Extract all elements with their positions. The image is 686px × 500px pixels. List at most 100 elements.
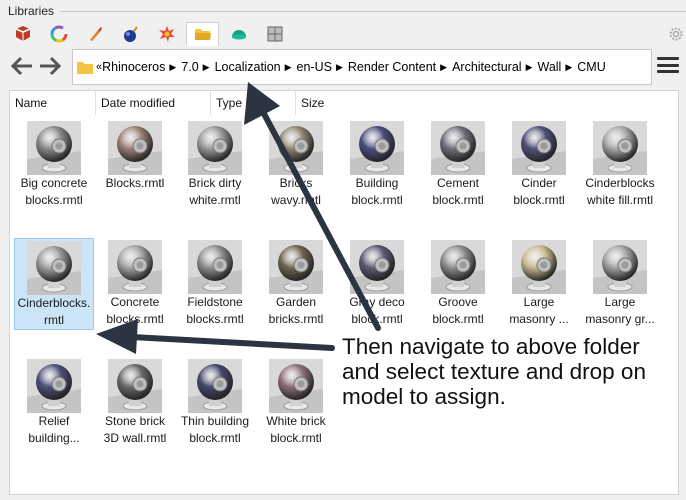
panel-title: Libraries bbox=[8, 4, 55, 18]
material-item[interactable]: Brick dirty white.rmtl bbox=[175, 119, 255, 211]
breadcrumb-segment[interactable]: Wall ▶ bbox=[537, 60, 577, 74]
textures-tab[interactable] bbox=[78, 22, 111, 46]
breadcrumb-segment[interactable]: Localization ▶ bbox=[215, 60, 297, 74]
material-item[interactable]: Garden bricks.rmtl bbox=[256, 238, 336, 330]
material-item[interactable]: Fieldstone blocks.rmtl bbox=[175, 238, 255, 330]
column-header-type[interactable]: Type bbox=[211, 91, 296, 115]
material-name-line1: Groove bbox=[438, 295, 478, 309]
material-name-line2: blocks.rmtl bbox=[106, 312, 164, 326]
materials-tab[interactable] bbox=[6, 22, 39, 46]
column-headers: Name Date modified Type Size bbox=[10, 91, 678, 115]
material-name-line2: white.rmtl bbox=[189, 193, 241, 207]
material-item[interactable]: Building block.rmtl bbox=[337, 119, 417, 211]
material-item[interactable]: Large masonry ... bbox=[499, 238, 579, 330]
material-sphere-icon bbox=[512, 240, 566, 294]
bomb-icon bbox=[123, 26, 138, 42]
material-item[interactable]: Cement block.rmtl bbox=[418, 119, 498, 211]
material-item[interactable]: Concrete blocks.rmtl bbox=[95, 238, 175, 330]
material-item[interactable]: Bricks wavy.rmtl bbox=[256, 119, 336, 211]
material-item[interactable]: Blocks.rmtl bbox=[95, 119, 175, 211]
breadcrumb-separator-icon[interactable]: ▶ bbox=[336, 62, 343, 73]
folder-icon bbox=[77, 61, 93, 74]
material-name-line1: Fieldstone bbox=[187, 295, 243, 309]
material-item[interactable]: Stone brick 3D wall.rmtl bbox=[95, 357, 175, 449]
material-name-line2: white fill.rmtl bbox=[586, 193, 653, 207]
material-thumbnail bbox=[512, 240, 566, 294]
material-item[interactable]: Gray deco block.rmtl bbox=[337, 238, 417, 330]
material-thumbnail bbox=[108, 359, 162, 413]
material-thumbnail bbox=[431, 240, 485, 294]
breadcrumb-segment-label: Architectural bbox=[452, 60, 522, 74]
material-name-line2: blocks.rmtl bbox=[186, 312, 244, 326]
material-item[interactable]: Groove block.rmtl bbox=[418, 238, 498, 330]
material-item[interactable]: Thin building block.rmtl bbox=[175, 357, 255, 449]
paint-tube-icon bbox=[89, 27, 102, 41]
breadcrumb-overflow-chevron[interactable]: « bbox=[96, 61, 102, 73]
back-arrow-icon[interactable] bbox=[10, 55, 34, 77]
material-name-line1: Big concrete bbox=[20, 176, 88, 190]
breadcrumb-segment[interactable]: CMU bbox=[577, 60, 609, 74]
breadcrumb-separator-icon[interactable]: ▶ bbox=[169, 62, 176, 73]
breadcrumb-segment[interactable]: Architectural ▶ bbox=[452, 60, 537, 74]
material-item[interactable]: Cinder block.rmtl bbox=[499, 119, 579, 211]
material-name-line1: Cinderblocks. bbox=[17, 296, 91, 310]
material-item[interactable]: Large masonry gr... bbox=[580, 238, 660, 330]
material-item[interactable]: Cinderblocks. rmtl bbox=[14, 238, 94, 330]
layout-tab[interactable] bbox=[258, 22, 291, 46]
material-name-line1: Building bbox=[355, 176, 399, 190]
material-name-line1: Large bbox=[523, 295, 555, 309]
material-name-line2: block.rmtl bbox=[432, 312, 484, 326]
instruction-annotation: Then navigate to above folder and select… bbox=[342, 334, 646, 409]
breadcrumb-segment-label: Wall bbox=[537, 60, 562, 74]
material-item[interactable]: Cinderblocks white fill.rmtl bbox=[580, 119, 660, 211]
material-name-line1: Cinder bbox=[521, 176, 557, 190]
material-item[interactable]: Relief building... bbox=[14, 357, 94, 449]
material-sphere-icon bbox=[512, 121, 566, 175]
column-header-size[interactable]: Size bbox=[296, 91, 356, 115]
material-sphere-icon bbox=[593, 121, 647, 175]
material-thumbnail bbox=[350, 240, 404, 294]
breadcrumb-separator-icon[interactable]: ▶ bbox=[526, 62, 533, 73]
sun-tab[interactable] bbox=[150, 22, 183, 46]
menu-bar bbox=[657, 57, 679, 60]
material-sphere-icon bbox=[188, 121, 242, 175]
renderer-tab[interactable] bbox=[222, 22, 255, 46]
material-thumbnail bbox=[593, 121, 647, 175]
material-name-line2: building... bbox=[28, 431, 80, 445]
material-thumbnail bbox=[269, 240, 323, 294]
material-sphere-icon bbox=[108, 121, 162, 175]
column-header-name[interactable]: Name bbox=[10, 91, 96, 115]
material-item[interactable]: White brick block.rmtl bbox=[256, 357, 336, 449]
effects-tab[interactable] bbox=[114, 22, 147, 46]
material-thumbnail bbox=[108, 121, 162, 175]
column-header-date-modified[interactable]: Date modified bbox=[96, 91, 211, 115]
material-sphere-icon bbox=[188, 240, 242, 294]
breadcrumb-segment[interactable]: Render Content ▶ bbox=[348, 60, 452, 74]
libraries-tab[interactable] bbox=[186, 22, 219, 46]
breadcrumb-segment[interactable]: en-US ▶ bbox=[297, 60, 348, 74]
material-name-line1: Concrete bbox=[110, 295, 160, 309]
breadcrumb-segment-label: Render Content bbox=[347, 60, 437, 74]
title-divider bbox=[60, 11, 686, 12]
settings-gear-icon[interactable] bbox=[668, 26, 684, 42]
breadcrumb-separator-icon[interactable]: ▶ bbox=[565, 62, 572, 73]
material-name-line2: rmtl bbox=[44, 313, 64, 327]
library-tabbar bbox=[6, 22, 291, 48]
material-name-line2: blocks.rmtl bbox=[25, 193, 83, 207]
menu-button[interactable] bbox=[657, 54, 679, 76]
material-thumbnail bbox=[188, 359, 242, 413]
forward-arrow-icon[interactable] bbox=[38, 55, 62, 77]
material-name-line1: Blocks.rmtl bbox=[105, 176, 165, 190]
breadcrumb[interactable]: « Rhinoceros ▶ 7.0 ▶ Localization ▶ en-US ▶ Rend… bbox=[72, 49, 652, 85]
breadcrumb-separator-icon[interactable]: ▶ bbox=[440, 62, 447, 73]
breadcrumb-separator-icon[interactable]: ▶ bbox=[285, 62, 292, 73]
breadcrumb-segment[interactable]: 7.0 ▶ bbox=[181, 60, 214, 74]
splat-icon bbox=[158, 26, 175, 42]
breadcrumb-segment[interactable]: Rhinoceros ▶ bbox=[102, 60, 181, 74]
material-item[interactable]: Big concrete blocks.rmtl bbox=[14, 119, 94, 211]
folder-icon bbox=[194, 29, 211, 40]
breadcrumb-separator-icon[interactable]: ▶ bbox=[203, 62, 210, 73]
environments-tab[interactable] bbox=[42, 22, 75, 46]
material-thumbnail bbox=[593, 240, 647, 294]
material-sphere-icon bbox=[593, 240, 647, 294]
